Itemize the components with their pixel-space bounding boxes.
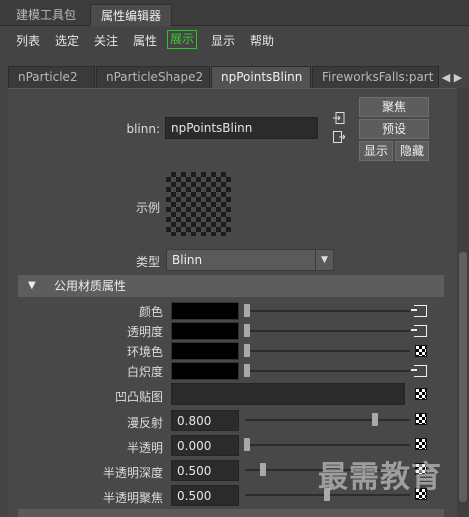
- map-connection-icon[interactable]: [411, 365, 427, 377]
- node-tab-bar: nParticle2 nParticleShape2 npPointsBlinn…: [8, 66, 469, 88]
- menu-selected[interactable]: 选定: [55, 32, 79, 49]
- translucence-focus-label: 半透明聚焦: [102, 491, 163, 505]
- diffuse-slider-handle[interactable]: [372, 413, 378, 426]
- tab-fireworksfalls[interactable]: FireworksFalls:part: [312, 66, 439, 88]
- translucence-slider-handle[interactable]: [244, 438, 250, 451]
- input-connection-icon[interactable]: [333, 112, 345, 124]
- menu-display[interactable]: 显示: [211, 32, 235, 49]
- presets-button[interactable]: 预设: [359, 119, 429, 139]
- color-swatch[interactable]: [171, 302, 239, 320]
- map-button-icon[interactable]: [415, 388, 427, 400]
- translucence-depth-label: 半透明深度: [102, 466, 163, 480]
- diffuse-slider[interactable]: [245, 419, 410, 421]
- map-connection-icon[interactable]: [411, 325, 427, 337]
- translucence-slider[interactable]: [245, 444, 410, 446]
- watermark-logo: 最需教育: [318, 460, 442, 495]
- output-connection-icon[interactable]: [333, 131, 346, 143]
- menu-list[interactable]: 列表: [16, 32, 40, 49]
- color-label: 颜色: [138, 305, 163, 319]
- section-title: 公用材质属性: [54, 279, 127, 293]
- incandescence-slider[interactable]: [245, 370, 410, 372]
- bump-map-label: 凹凸贴图: [114, 390, 163, 404]
- type-dropdown[interactable]: Blinn ▼: [166, 249, 334, 271]
- tab-nparticle2[interactable]: nParticle2: [8, 66, 95, 88]
- incandescence-label: 白炽度: [126, 365, 163, 379]
- tab-nparticleshape2[interactable]: nParticleShape2: [96, 66, 210, 88]
- transparency-slider[interactable]: [245, 330, 410, 332]
- tab-nppointsblinn[interactable]: npPointsBlinn: [211, 66, 311, 88]
- translucence-depth-field[interactable]: 0.500: [171, 460, 239, 481]
- tab-scroll-left-icon[interactable]: ◀: [440, 70, 452, 86]
- translucence-depth-slider-handle[interactable]: [260, 463, 266, 476]
- translucence-field[interactable]: 0.000: [171, 435, 239, 456]
- diffuse-field[interactable]: 0.800: [171, 410, 239, 431]
- tab-scroll-right-icon[interactable]: ▶: [452, 70, 464, 86]
- blinn-label: blinn:: [126, 122, 160, 136]
- type-label: 类型: [135, 255, 160, 269]
- incandescence-slider-handle[interactable]: [244, 364, 250, 377]
- map-button-icon[interactable]: [415, 345, 427, 357]
- tab-attribute-editor[interactable]: 属性编辑器: [90, 4, 173, 26]
- translucence-focus-field[interactable]: 0.500: [171, 485, 239, 506]
- ambient-color-slider[interactable]: [245, 350, 410, 352]
- bump-map-field[interactable]: [171, 383, 405, 405]
- menu-focus[interactable]: 关注: [94, 32, 118, 49]
- scrollbar[interactable]: [457, 88, 469, 517]
- color-slider-handle[interactable]: [244, 304, 250, 317]
- hide-button[interactable]: 隐藏: [395, 141, 429, 161]
- sample-label: 示例: [135, 201, 160, 215]
- transparency-label: 透明度: [126, 325, 163, 339]
- ambient-color-label: 环境色: [126, 345, 163, 359]
- incandescence-swatch[interactable]: [171, 362, 239, 380]
- color-slider[interactable]: [245, 310, 410, 312]
- show-button[interactable]: 显示: [359, 141, 393, 161]
- menu-help[interactable]: 帮助: [250, 32, 274, 49]
- tab-modeling-toolkit[interactable]: 建模工具包: [6, 4, 86, 26]
- scrollbar-thumb[interactable]: [459, 252, 467, 502]
- transparency-swatch[interactable]: [171, 322, 239, 340]
- section-common-material-attributes[interactable]: ▼ 公用材质属性: [18, 275, 444, 297]
- menu-attributes[interactable]: 属性: [133, 32, 157, 49]
- translucence-label: 半透明: [126, 441, 163, 455]
- menu-bar: 列表 选定 关注 属性 展示 显示 帮助: [0, 27, 469, 53]
- next-section-header[interactable]: [18, 509, 444, 517]
- map-button-icon[interactable]: [415, 438, 427, 450]
- blinn-name-field[interactable]: npPointsBlinn: [165, 117, 318, 139]
- diffuse-label: 漫反射: [126, 416, 163, 430]
- transparency-slider-handle[interactable]: [244, 324, 250, 337]
- ambient-color-slider-handle[interactable]: [244, 344, 250, 357]
- collapse-triangle-icon[interactable]: ▼: [28, 275, 36, 297]
- menu-show[interactable]: 展示: [167, 30, 198, 49]
- focus-button[interactable]: 聚焦: [359, 97, 429, 117]
- ambient-color-swatch[interactable]: [171, 342, 239, 360]
- map-connection-icon[interactable]: [411, 305, 427, 317]
- chevron-down-icon[interactable]: ▼: [315, 250, 333, 270]
- material-sample-swatch: [166, 172, 231, 236]
- type-dropdown-value: Blinn: [172, 253, 203, 267]
- map-button-icon[interactable]: [415, 413, 427, 425]
- top-tab-bar: 建模工具包 属性编辑器: [0, 0, 469, 26]
